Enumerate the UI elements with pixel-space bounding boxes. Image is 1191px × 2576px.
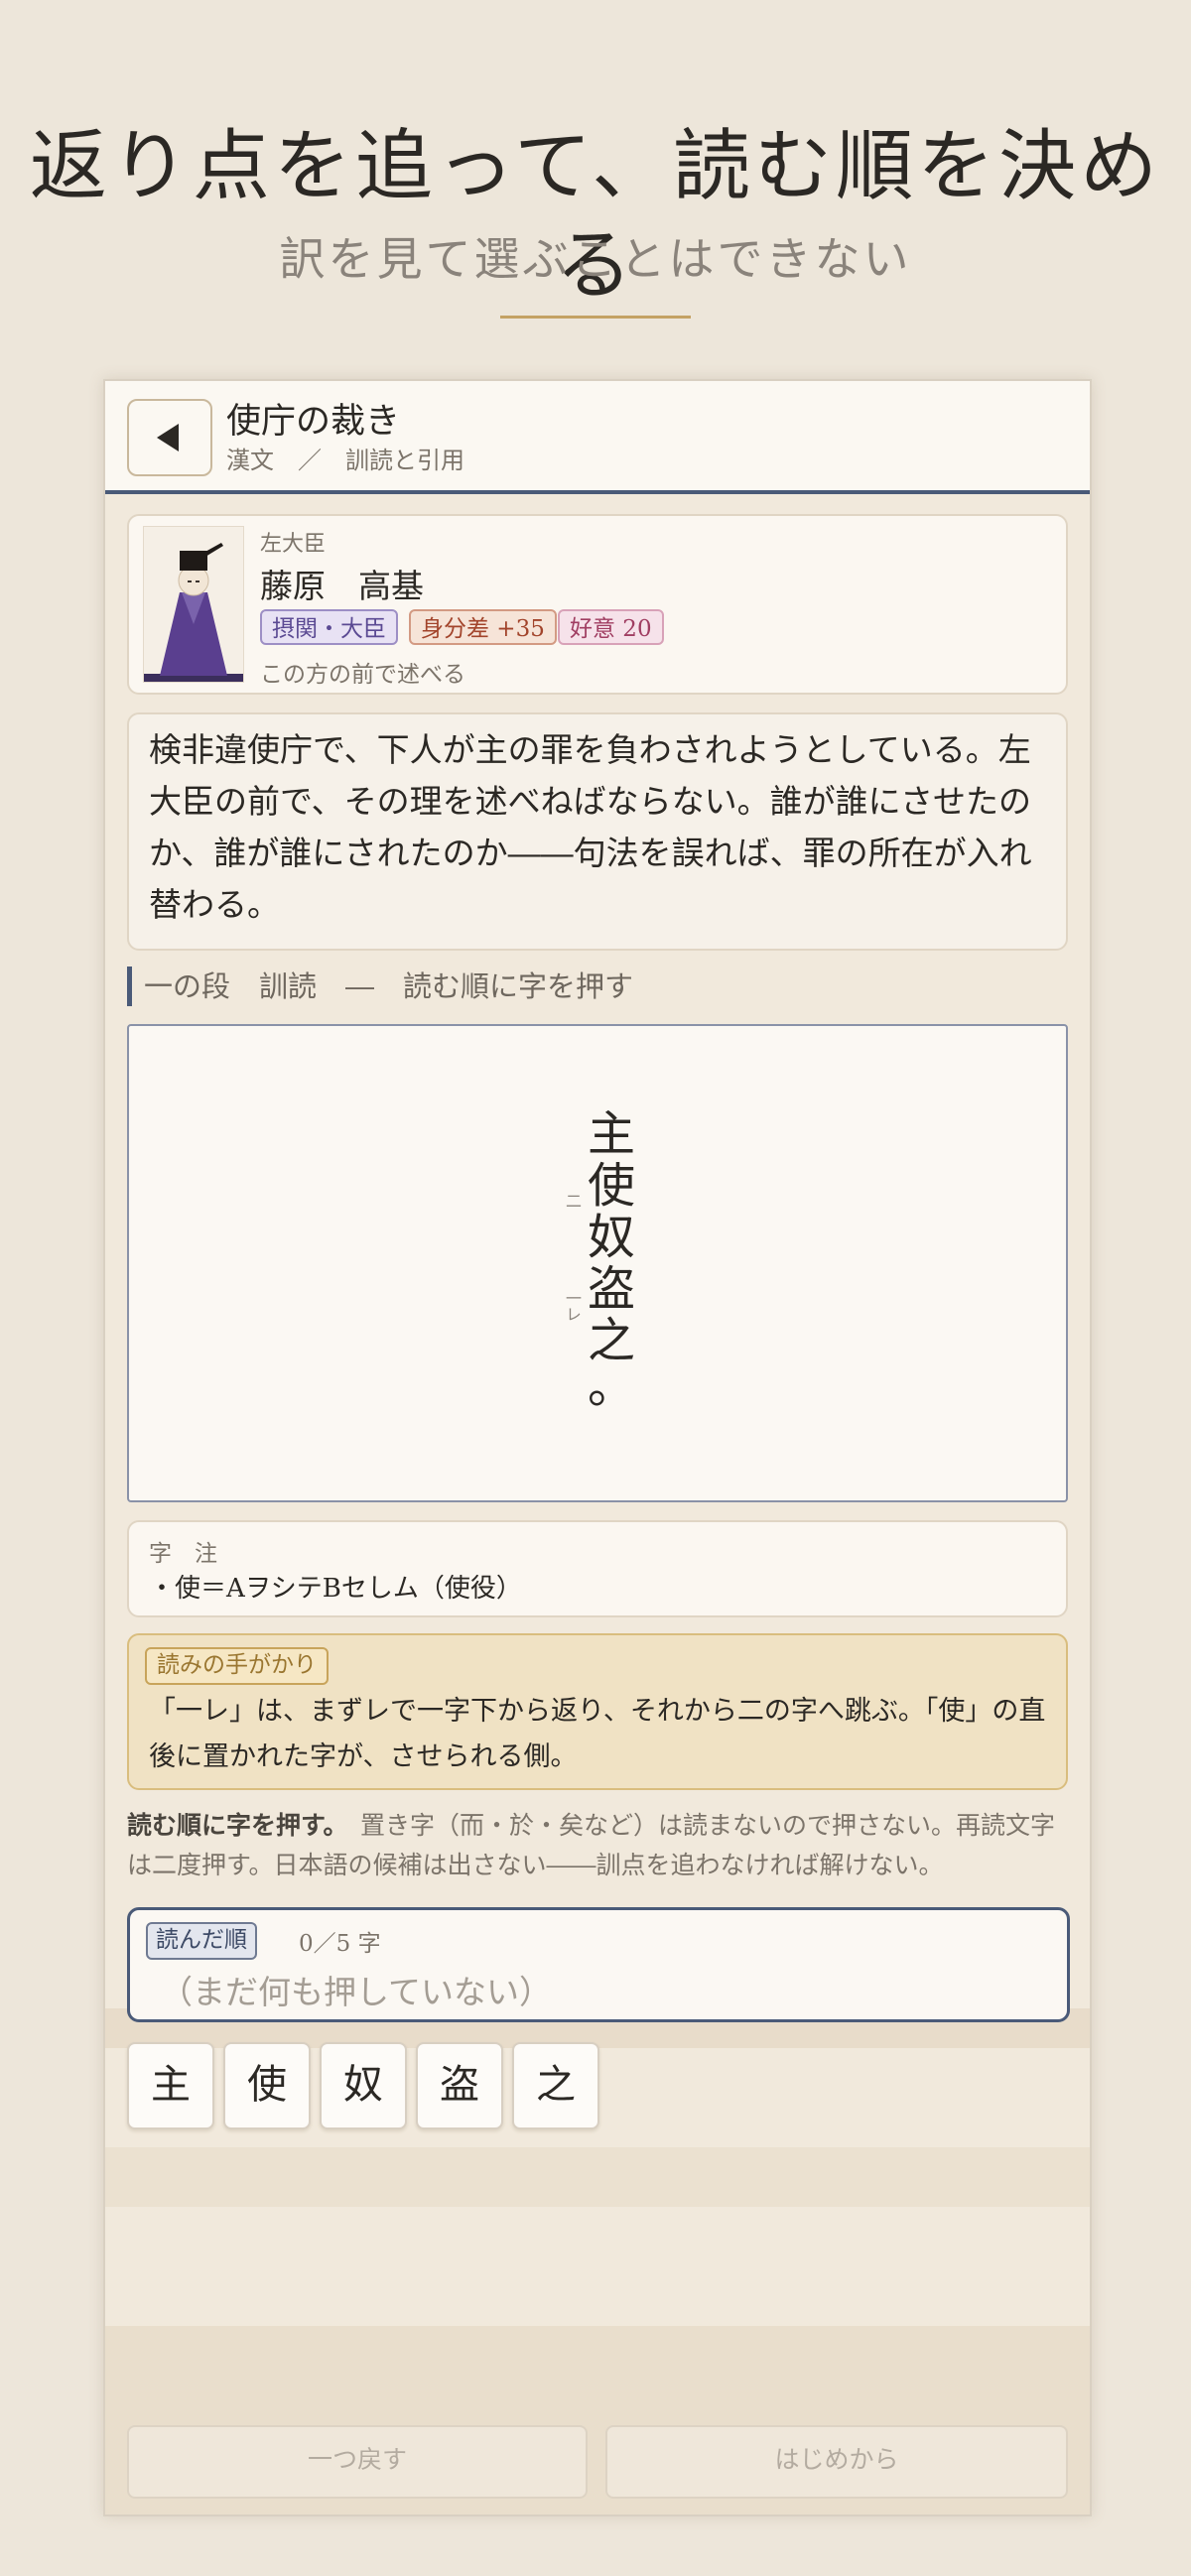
kanbun-char: 主 <box>587 1106 635 1162</box>
favor-badge: 好意 20 <box>558 609 664 645</box>
char-key[interactable]: 使 <box>223 2042 311 2129</box>
rank-badge: 摂関・大臣 <box>260 609 398 645</box>
minister-avatar-icon <box>144 543 243 682</box>
kanbun-char: 奴 <box>587 1210 635 1265</box>
reading-order-count: 0／5 字 <box>299 1931 381 1957</box>
headline-divider <box>500 316 691 319</box>
speaker-portrait <box>143 526 244 683</box>
section-label: 一の段 訓読 ― 読む順に字を押す <box>127 966 633 1006</box>
glossary-item: ・使＝AヲシテBセしム（使役） <box>149 1574 522 1604</box>
app-screen: 使庁の裁き 漢文 ／ 訓読と引用 左大臣 藤原 高基 摂関・大臣 身分差 +35… <box>103 379 1092 2516</box>
kanbun-char: 使 <box>587 1158 635 1214</box>
kanbun-display: 主 使 奴 盗 之 。 二 一レ <box>127 1024 1068 1502</box>
undo-button[interactable]: 一つ戻す <box>127 2425 588 2499</box>
reading-order-placeholder: （まだ何も押していない） <box>160 1973 553 2011</box>
narrative-card: 検非違使庁で、下人が主の罪を負わされようとしている。左大臣の前で、その理を述べね… <box>127 712 1068 951</box>
hint-text: 「一レ」は、まずレで一字下から返り、それから二の字へ跳ぶ。「使」の直後に置かれた… <box>149 1696 1046 1772</box>
restart-button[interactable]: はじめから <box>605 2425 1068 2499</box>
kaeriten-mark: 二 <box>563 1193 582 1209</box>
hint-card: 読みの手がかり 「一レ」は、まずレで一字下から返り、それから二の字へ跳ぶ。「使」… <box>127 1633 1068 1790</box>
kanbun-char: 盗 <box>587 1261 635 1317</box>
reading-order-badge: 読んだ順 <box>146 1922 257 1960</box>
breadcrumb: 漢文 ／ 訓読と引用 <box>226 447 464 474</box>
char-key[interactable]: 之 <box>512 2042 599 2129</box>
back-button[interactable] <box>127 399 212 476</box>
reading-order-box: 読んだ順 0／5 字 （まだ何も押していない） <box>127 1907 1070 2022</box>
headline-subtitle: 訳を見て選ぶことはできない <box>279 232 912 286</box>
glossary-card: 字 注 ・使＝AヲシテBセしム（使役） <box>127 1520 1068 1617</box>
app-bar: 使庁の裁き 漢文 ／ 訓読と引用 <box>105 381 1090 494</box>
back-triangle-icon <box>157 424 179 451</box>
screen-title: 使庁の裁き <box>226 402 401 442</box>
kanbun-char: 。 <box>587 1358 635 1414</box>
speaker-note: この方の前で述べる <box>260 662 465 688</box>
char-key[interactable]: 奴 <box>320 2042 407 2129</box>
glossary-heading: 字 注 <box>149 1541 217 1567</box>
narrative-text: 検非違使庁で、下人が主の罪を負わされようとしている。左大臣の前で、その理を述べね… <box>149 730 1032 924</box>
paper-wash <box>105 2147 1090 2207</box>
instructions: 読む順に字を押す。 置き字（而・於・矣など）は読まないので押さない。再読文字は二… <box>127 1806 1064 1885</box>
speaker-role: 左大臣 <box>260 532 327 557</box>
char-key[interactable]: 主 <box>127 2042 214 2129</box>
speaker-name: 藤原 高基 <box>260 567 424 605</box>
hint-badge: 読みの手がかり <box>145 1647 329 1685</box>
instructions-lead: 読む順に字を押す。 <box>127 1811 336 1840</box>
speaker-card: 左大臣 藤原 高基 摂関・大臣 身分差 +35 好意 20 この方の前で述べる <box>127 514 1068 695</box>
status-difference-badge: 身分差 +35 <box>409 609 557 645</box>
kaeriten-mark: 一レ <box>563 1290 582 1322</box>
char-key[interactable]: 盗 <box>416 2042 503 2129</box>
